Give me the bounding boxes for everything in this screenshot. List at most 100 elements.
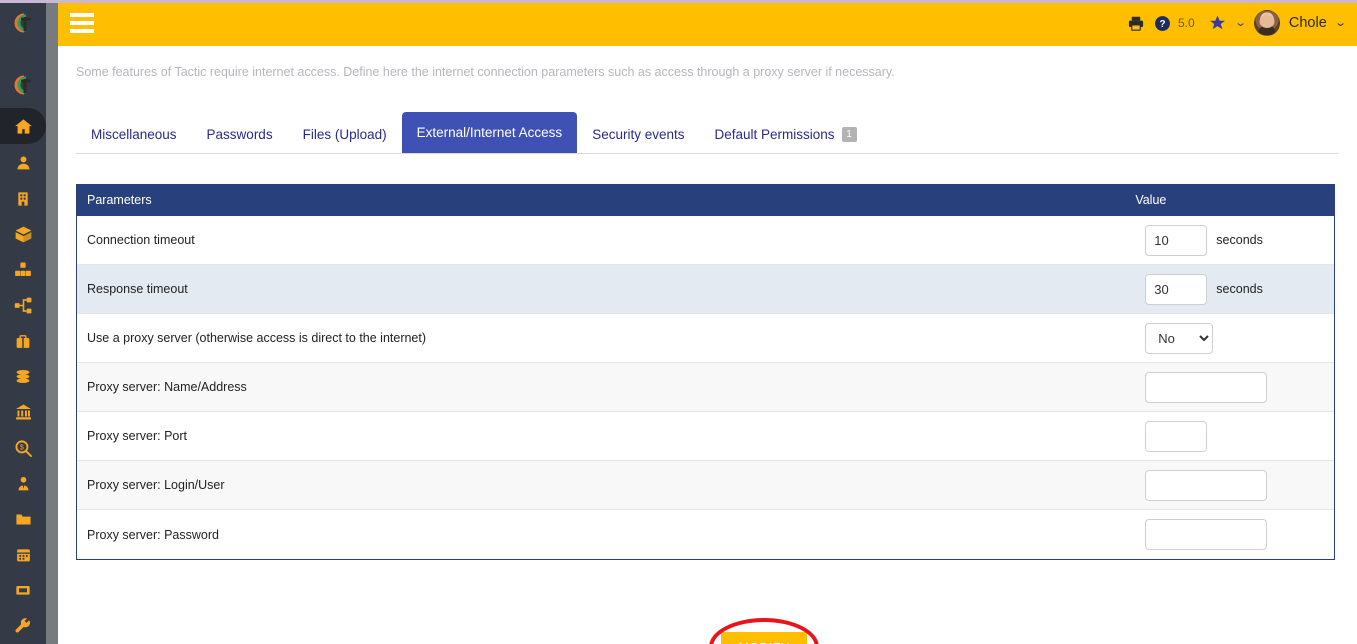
row-value [1145,469,1334,501]
row-value: No Yes [1145,322,1334,354]
tab-label: Miscellaneous [91,126,177,142]
proxy-port-input[interactable] [1145,420,1208,452]
row-value [1145,519,1334,550]
modify-action-area: MODIFY [663,616,868,644]
table-row: Proxy server: Password [77,510,1334,559]
row-value: seconds [1145,224,1334,256]
modify-button[interactable]: MODIFY [721,632,807,644]
sidebar-item-bank[interactable] [0,394,46,430]
row-value: seconds [1145,273,1334,305]
box-icon [14,225,33,244]
main-content: Some features of Tactic require internet… [58,46,1357,644]
row-value [1145,371,1334,403]
connection-timeout-input[interactable] [1145,224,1208,256]
sidebar-item-home[interactable] [0,108,46,144]
person-icon [15,154,32,172]
folder-open-icon [14,511,33,528]
row-label: Proxy server: Name/Address [87,380,247,394]
top-bar: ? 5.0 ⌄ Chole ⌄ [58,0,1357,46]
star-icon[interactable] [1208,14,1227,32]
table-row: Proxy server: Port [77,412,1334,461]
tab-label: Security events [592,126,685,142]
row-label: Connection timeout [87,233,195,247]
row-value [1145,420,1334,452]
column-header-parameters: Parameters [87,193,152,207]
row-label: Proxy server: Login/User [87,478,225,492]
card-icon [13,582,33,598]
sidebar-item-users[interactable] [0,145,46,181]
tab-default-permissions[interactable]: Default Permissions 1 [699,115,871,153]
boxes-stack-icon [13,261,33,279]
response-timeout-input[interactable] [1145,273,1208,305]
briefcase-icon [14,333,32,350]
tactic-logo-icon [0,0,46,46]
tab-passwords[interactable]: Passwords [192,115,288,153]
use-proxy-server-select[interactable]: No Yes [1145,322,1214,354]
row-label: Use a proxy server (otherwise access is … [87,331,427,345]
building-icon [15,190,31,208]
application-window: $ ? 5.0 ⌄ Chole ⌄ Some features of Tacti… [0,0,1357,644]
avatar[interactable] [1253,10,1280,36]
magnifier-dollar-icon: $ [14,439,33,458]
svg-text:$: $ [19,443,23,451]
table-header-row: Parameters Value [77,184,1334,216]
wrench-icon [14,617,32,635]
tab-bar: Miscellaneous Passwords Files (Upload) E… [76,109,1339,154]
unit-label: seconds [1216,233,1263,247]
table-row: Use a proxy server (otherwise access is … [77,314,1334,363]
tab-miscellaneous[interactable]: Miscellaneous [76,115,192,153]
printer-icon[interactable] [1127,15,1145,32]
tab-badge-count: 1 [841,126,857,142]
calendar-icon [15,546,32,564]
top-bar-actions: ? 5.0 ⌄ Chole ⌄ [1127,0,1347,46]
table-row: Proxy server: Login/User [77,461,1334,510]
coins-icon [13,368,33,385]
browser-edge-strip [0,0,1357,3]
tab-label: Files (Upload) [302,126,387,142]
row-label: Proxy server: Port [87,429,188,443]
unit-label: seconds [1216,282,1263,296]
proxy-password-input[interactable] [1145,519,1268,550]
tab-label: Passwords [206,126,273,142]
sidebar-item-contacts[interactable] [0,466,46,502]
table-row: Connection timeout seconds [77,216,1334,265]
favorites-chevron-down-icon[interactable]: ⌄ [1234,17,1246,29]
parameters-table: Parameters Value Connection timeout seco… [76,184,1335,560]
page-description: Some features of Tactic require internet… [76,65,895,79]
proxy-login-user-input[interactable] [1145,469,1268,501]
sidebar-item-calendar[interactable] [0,537,46,573]
tab-files-upload[interactable]: Files (Upload) [288,115,402,153]
table-row: Proxy server: Name/Address [77,363,1334,412]
row-label: Proxy server: Password [87,527,219,542]
user-name-label: Chole [1288,15,1327,31]
help-question-icon[interactable]: ? [1154,15,1171,32]
sidebar-item-finance[interactable] [0,358,46,394]
sidebar-item-buildings[interactable] [0,181,46,217]
tab-external-internet-access[interactable]: External/Internet Access [401,112,578,153]
sidebar-item-files[interactable] [0,501,46,537]
column-header-value: Value [1135,193,1167,207]
row-label: Response timeout [87,282,188,296]
sidebar-divider-strip [46,0,58,644]
sidebar-item-briefcase[interactable] [0,323,46,359]
sidebar-item-stock[interactable] [0,252,46,288]
tab-security-events[interactable]: Security events [577,115,699,153]
hamburger-menu-icon[interactable] [70,13,94,33]
home-icon [14,117,33,136]
tactic-logo-secondary-icon [0,62,46,108]
sidebar-item-settings[interactable] [0,608,46,644]
version-label: 5.0 [1177,16,1195,30]
sidebar-item-hierarchy[interactable] [0,287,46,323]
proxy-name-address-input[interactable] [1145,371,1268,403]
svg-text:?: ? [1159,19,1165,30]
sidebar-item-cards[interactable] [0,572,46,608]
sitemap-icon [14,296,33,315]
bank-icon [14,403,33,421]
tab-label: External/Internet Access [416,125,563,140]
user-menu-chevron-down-icon[interactable]: ⌄ [1334,17,1346,29]
sidebar-item-audit[interactable]: $ [0,430,46,466]
sidebar-item-products[interactable] [0,216,46,252]
table-row: Response timeout seconds [77,265,1334,314]
left-sidebar: $ [0,0,46,644]
tab-label: Default Permissions [714,126,835,142]
